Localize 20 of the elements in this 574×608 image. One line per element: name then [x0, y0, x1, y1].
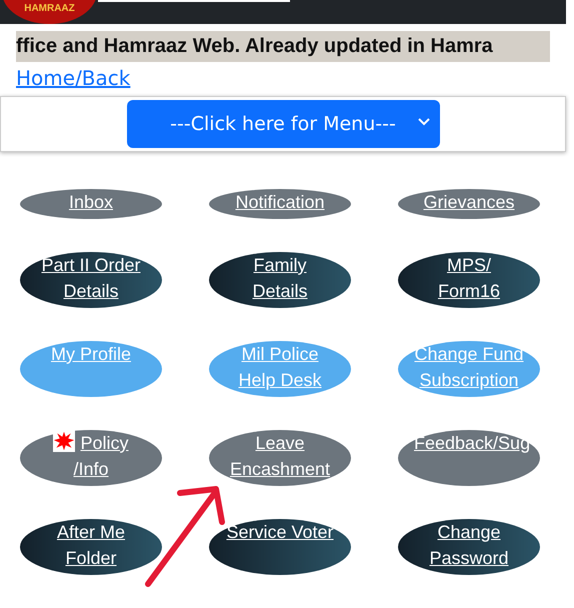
menu-tile[interactable]: Change Password [398, 519, 540, 575]
menu-tile[interactable]: After Me Folder [20, 519, 162, 575]
menu-tile[interactable]: Feedback/Sug [398, 430, 540, 486]
menu-tile[interactable]: Part II Order Details [20, 252, 162, 308]
home-link[interactable]: Home/Back [16, 66, 130, 90]
menu-tile[interactable]: Mil Police Help Desk [209, 341, 351, 397]
menu-tile[interactable]: Notification [209, 189, 351, 219]
caret-icon [418, 118, 430, 126]
news-ticker: ffice and Hamraaz Web. Already updated in Hamra [16, 31, 550, 62]
menu-dropdown[interactable]: ---Click here for Menu--- [126, 100, 440, 148]
menu-tile[interactable]: Family Details [209, 252, 351, 308]
menu-tile[interactable]: Service Voter [209, 519, 351, 575]
logo: HAMRAAZ [2, 0, 97, 24]
menu-tile[interactable]: My Profile [20, 341, 162, 397]
menu-tile[interactable]: Leave Encashment [209, 430, 351, 486]
menu-tile[interactable]: Change Fund Subscription [398, 341, 540, 397]
menu-tile[interactable]: MPS/ Form16 [398, 252, 540, 308]
menu-tile[interactable]: Grievances [398, 189, 540, 219]
menu-tile[interactable]: Inbox [20, 189, 162, 219]
menu-tile[interactable]: Policy /Info [20, 430, 162, 486]
